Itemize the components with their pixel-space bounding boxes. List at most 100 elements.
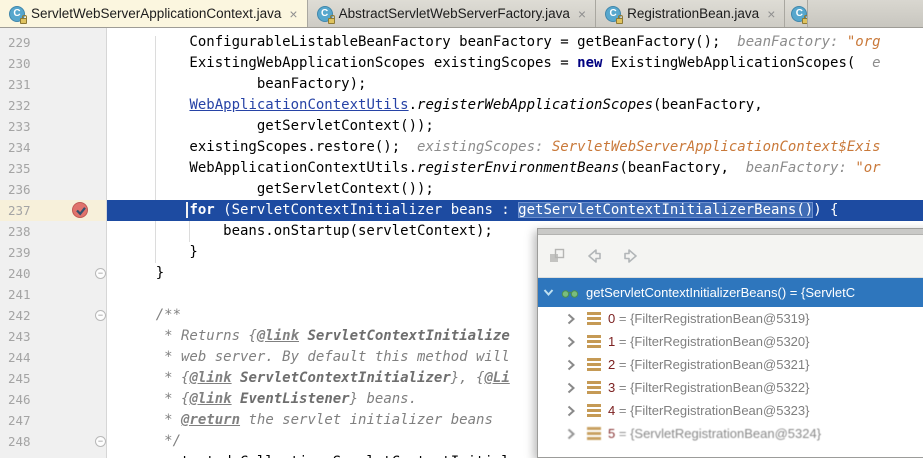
tab-4[interactable]: C — [785, 0, 809, 27]
chevron-right-icon[interactable] — [565, 313, 577, 325]
gutter[interactable]: 233 — [0, 116, 107, 137]
line-number: 245 — [8, 371, 31, 386]
popup-tree: 0 = {FilterRegistrationBean@5319} 1 = {Fi… — [538, 307, 923, 445]
fold-icon[interactable]: − — [95, 310, 106, 321]
chevron-right-icon[interactable] — [565, 428, 577, 440]
fold-icon[interactable]: − — [95, 268, 106, 279]
line-number: 246 — [8, 392, 31, 407]
line-number: 233 — [8, 119, 31, 134]
gutter[interactable]: 245 — [0, 368, 107, 389]
code-line-232[interactable]: 232 WebApplicationContextUtils.registerW… — [0, 95, 923, 116]
line-number: 239 — [8, 245, 31, 260]
chevron-right-icon[interactable] — [565, 382, 577, 394]
gutter[interactable]: 247 — [0, 410, 107, 431]
close-icon[interactable]: × — [578, 7, 586, 21]
item-value: {FilterRegistrationBean@5322} — [630, 380, 810, 395]
tab-2[interactable]: C AbstractServletWebServerFactory.java × — [307, 0, 597, 27]
gutter[interactable]: 248 − — [0, 431, 107, 452]
chevron-right-icon[interactable] — [565, 359, 577, 371]
gutter[interactable]: 243 — [0, 326, 107, 347]
gutter[interactable]: 242 − — [0, 305, 107, 326]
class-icon: C — [791, 5, 808, 24]
item-value: {FilterRegistrationBean@5319} — [630, 311, 810, 326]
code-line-234[interactable]: 234 existingScopes.restore(); existingSc… — [0, 137, 923, 158]
gutter[interactable]: 238 — [0, 221, 107, 242]
code-line-236[interactable]: 236 getServletContext()); — [0, 179, 923, 200]
gutter[interactable]: 237 — [0, 200, 107, 221]
editor-tab-bar: C ServletWebServerApplicationContext.java… — [0, 0, 923, 28]
popup-result-row[interactable]: getServletContextInitializerBeans() = {S… — [538, 278, 923, 307]
line-number: 244 — [8, 350, 31, 365]
tab-label: RegistrationBean.java — [627, 6, 760, 21]
indent-guide — [155, 221, 156, 263]
forward-arrow-icon[interactable] — [622, 247, 640, 265]
gutter[interactable]: 229 — [0, 32, 107, 53]
variable-row-0[interactable]: 0 = {FilterRegistrationBean@5319} — [538, 307, 923, 330]
variable-row-3[interactable]: 3 = {FilterRegistrationBean@5322} — [538, 376, 923, 399]
lock-icon — [20, 14, 27, 24]
lock-icon — [327, 14, 335, 24]
fold-icon[interactable]: − — [95, 436, 106, 447]
equals-separator: = — [615, 357, 631, 372]
code-text: getServletContext()); — [122, 181, 434, 197]
chevron-right-icon[interactable] — [565, 405, 577, 417]
equals-separator: = — [615, 426, 631, 441]
gutter[interactable]: 231 — [0, 74, 107, 95]
line-number: 235 — [8, 161, 31, 176]
variable-row-1[interactable]: 1 = {FilterRegistrationBean@5320} — [538, 330, 923, 353]
back-arrow-icon[interactable] — [585, 247, 603, 265]
variable-row-5[interactable]: 5 = {ServletRegistrationBean@5324} — [538, 422, 923, 445]
gutter[interactable]: 241 — [0, 284, 107, 305]
code-text: for (ServletContextInitializer beans : g… — [107, 200, 923, 221]
gutter[interactable]: 239 — [0, 242, 107, 263]
popup-toolbar — [538, 235, 923, 278]
tab-label: AbstractServletWebServerFactory.java — [338, 6, 570, 21]
code-line-231[interactable]: 231 beanFactory); — [0, 74, 923, 95]
code-line-235[interactable]: 235 WebApplicationContextUtils.registerE… — [0, 158, 923, 179]
gutter[interactable]: 246 — [0, 389, 107, 410]
line-number: 231 — [8, 77, 31, 92]
gutter[interactable] — [0, 452, 107, 458]
code-line-229[interactable]: 229 ConfigurableListableBeanFactory bean… — [0, 32, 923, 53]
equals-separator: = — [615, 380, 631, 395]
result-value: = {ServletC — [786, 285, 856, 300]
breakpoint-icon[interactable] — [72, 202, 88, 218]
array-item-icon — [587, 427, 601, 440]
copy-icon[interactable] — [548, 247, 566, 265]
gutter[interactable]: 234 — [0, 137, 107, 158]
item-value: {FilterRegistrationBean@5321} — [630, 357, 810, 372]
chevron-right-icon[interactable] — [565, 336, 577, 348]
gutter[interactable]: 240 − — [0, 263, 107, 284]
item-value: {FilterRegistrationBean@5323} — [630, 403, 810, 418]
code-text: WebApplicationContextUtils.registerWebAp… — [189, 97, 763, 113]
item-value: {FilterRegistrationBean@5320} — [630, 334, 810, 349]
code-text: beanFactory); — [122, 76, 367, 92]
close-icon[interactable]: × — [289, 7, 297, 21]
code-text: existingScopes.restore(); existingScopes… — [122, 139, 881, 155]
gutter[interactable]: 235 — [0, 158, 107, 179]
close-icon[interactable]: × — [767, 7, 775, 21]
code-text: ConfigurableListableBeanFactory beanFact… — [122, 34, 881, 50]
variable-row-4[interactable]: 4 = {FilterRegistrationBean@5323} — [538, 399, 923, 422]
code-line-233[interactable]: 233 getServletContext()); — [0, 116, 923, 137]
item-index: 2 — [608, 357, 616, 372]
gutter[interactable]: 244 — [0, 347, 107, 368]
gutter[interactable]: 236 — [0, 179, 107, 200]
lock-icon — [616, 14, 624, 24]
line-number: 229 — [8, 35, 31, 50]
code-line-230[interactable]: 230 ExistingWebApplicationScopes existin… — [0, 53, 923, 74]
equals-separator: = — [615, 311, 631, 326]
chevron-down-icon[interactable] — [542, 286, 555, 299]
tab-1[interactable]: C ServletWebServerApplicationContext.java… — [0, 0, 308, 27]
code-line-237[interactable]: 237 for (ServletContextInitializer beans… — [0, 200, 923, 221]
evaluate-result-popup[interactable]: getServletContextInitializerBeans() = {S… — [537, 228, 923, 458]
tab-3[interactable]: C RegistrationBean.java × — [596, 0, 786, 27]
class-icon: C — [316, 5, 335, 24]
variable-row-2[interactable]: 2 = {FilterRegistrationBean@5321} — [538, 353, 923, 376]
gutter[interactable]: 232 — [0, 95, 107, 116]
gutter[interactable]: 230 — [0, 53, 107, 74]
item-index: 5 — [608, 426, 616, 441]
line-number: 230 — [8, 56, 31, 71]
array-item-icon — [587, 335, 601, 348]
watch-glasses-icon — [561, 289, 579, 298]
